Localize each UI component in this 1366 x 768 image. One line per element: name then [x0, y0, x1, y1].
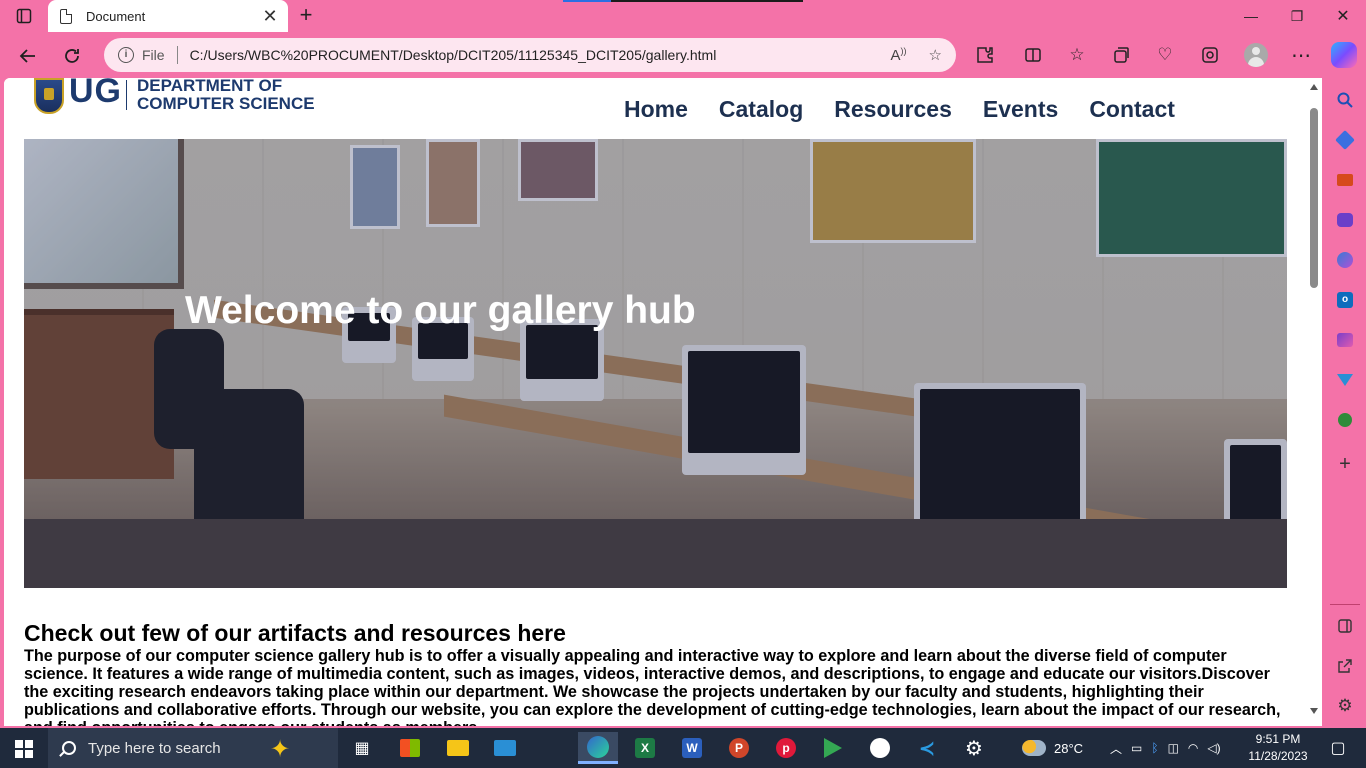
- add-sidebar-app-icon[interactable]: +: [1333, 452, 1357, 476]
- open-external-icon[interactable]: [1333, 654, 1357, 678]
- collections-icon[interactable]: [1106, 40, 1136, 70]
- microsoft-365-icon[interactable]: [1333, 248, 1357, 272]
- pinterest-icon[interactable]: p: [766, 732, 806, 764]
- file-scheme-label: File: [142, 47, 165, 63]
- search-highlight-sparkle-icon[interactable]: ✦: [270, 735, 290, 764]
- section-body: The purpose of our computer science gall…: [24, 647, 1281, 726]
- profile-avatar[interactable]: [1244, 43, 1268, 67]
- more-options-icon[interactable]: ⋯: [1286, 40, 1316, 70]
- back-button[interactable]: [12, 40, 44, 72]
- tools-briefcase-icon[interactable]: [1333, 168, 1357, 192]
- vscode-icon[interactable]: ≺: [907, 732, 947, 764]
- nav-catalog[interactable]: Catalog: [719, 96, 803, 123]
- page-scrollbar[interactable]: [1306, 78, 1322, 726]
- sidebar-panel-icon[interactable]: [1333, 614, 1357, 638]
- windows-start-icon[interactable]: [15, 740, 33, 758]
- extensions-icon[interactable]: [970, 40, 1000, 70]
- page-viewport: UG DEPARTMENT OF COMPUTER SCIENCE Home C…: [4, 78, 1322, 726]
- shopping-tag-icon[interactable]: [1333, 128, 1357, 152]
- restore-button[interactable]: ❐: [1274, 0, 1320, 32]
- windows-taskbar: Type here to search ✦ ▦ X W P p ≺ ⚙ 28°C…: [0, 728, 1366, 768]
- copilot-icon[interactable]: [1331, 42, 1357, 68]
- tray-network-drive-icon[interactable]: ▭: [1131, 741, 1142, 755]
- games-icon[interactable]: [1333, 208, 1357, 232]
- nav-contact[interactable]: Contact: [1089, 96, 1175, 123]
- tray-device-icon[interactable]: ◫: [1168, 741, 1179, 755]
- favorite-star-icon[interactable]: ☆: [929, 46, 942, 64]
- logo-dept-line2: COMPUTER SCIENCE: [137, 94, 315, 113]
- university-crest-icon: [34, 78, 64, 114]
- taskbar-clock[interactable]: 9:51 PM 11/28/2023: [1246, 731, 1310, 765]
- browser-tab[interactable]: Document ✕: [48, 0, 288, 32]
- address-bar[interactable]: i File C:/Users/WBC%20PROCUMENT/Desktop/…: [104, 38, 956, 72]
- search-icon: [62, 741, 76, 755]
- edge-sidebar: o + ⚙: [1324, 78, 1366, 726]
- browser-essentials-icon[interactable]: ♡: [1150, 40, 1180, 70]
- url-text[interactable]: C:/Users/WBC%20PROCUMENT/Desktop/DCIT205…: [190, 47, 869, 63]
- logo-dept-line1: DEPARTMENT OF: [137, 78, 283, 95]
- clock-date: 11/28/2023: [1248, 749, 1308, 763]
- browser-title-bar: Document ✕ + — ❐ ✕: [0, 0, 1366, 32]
- nav-resources[interactable]: Resources: [834, 96, 952, 123]
- taskbar-search-box[interactable]: Type here to search ✦: [48, 728, 338, 768]
- weather-cloud-icon: [1022, 740, 1046, 756]
- github-icon[interactable]: [860, 732, 900, 764]
- search-icon[interactable]: [1333, 88, 1357, 112]
- workspaces-icon[interactable]: [1195, 40, 1225, 70]
- nav-events[interactable]: Events: [983, 96, 1058, 123]
- system-tray: ︿ ▭ ᛒ ◫ ◠ ◁): [1110, 728, 1221, 768]
- volume-icon[interactable]: ◁): [1207, 741, 1220, 755]
- logo-letters: UG: [69, 78, 122, 110]
- powerpoint-icon[interactable]: P: [719, 732, 759, 764]
- minimize-button[interactable]: —: [1228, 0, 1274, 32]
- excel-icon[interactable]: X: [625, 732, 665, 764]
- microsoft-store-icon[interactable]: [390, 732, 430, 764]
- logo-divider: [126, 80, 127, 110]
- favorites-icon[interactable]: ☆: [1062, 40, 1092, 70]
- bluetooth-icon[interactable]: ᛒ: [1151, 741, 1158, 755]
- task-view-icon[interactable]: ▦: [342, 732, 382, 764]
- tab-title: Document: [86, 8, 146, 24]
- designer-icon[interactable]: [1333, 328, 1357, 352]
- scroll-thumb[interactable]: [1310, 108, 1318, 288]
- file-explorer-icon[interactable]: [438, 732, 478, 764]
- logo-department-text: DEPARTMENT OF COMPUTER SCIENCE: [137, 78, 315, 113]
- scroll-up-arrow-icon[interactable]: [1310, 84, 1318, 90]
- settings-gear-icon[interactable]: ⚙: [1333, 694, 1357, 718]
- weather-widget[interactable]: 28°C: [1022, 728, 1083, 768]
- site-header: UG DEPARTMENT OF COMPUTER SCIENCE Home C…: [4, 78, 1322, 138]
- info-icon[interactable]: i: [118, 47, 134, 63]
- hero-banner: Welcome to our gallery hub: [24, 139, 1287, 588]
- scroll-down-arrow-icon[interactable]: [1310, 708, 1318, 714]
- settings-icon[interactable]: ⚙: [954, 732, 994, 764]
- refresh-button[interactable]: [56, 40, 88, 72]
- mail-icon[interactable]: [485, 732, 525, 764]
- hero-title: Welcome to our gallery hub: [185, 289, 696, 332]
- close-window-button[interactable]: ✕: [1320, 0, 1366, 32]
- taskbar-search-placeholder: Type here to search: [88, 739, 221, 757]
- edge-browser-icon[interactable]: [578, 732, 618, 764]
- split-screen-icon[interactable]: [1018, 40, 1048, 70]
- address-separator: [176, 46, 178, 64]
- weather-temperature: 28°C: [1054, 740, 1084, 756]
- new-tab-button[interactable]: +: [294, 4, 318, 28]
- nav-home[interactable]: Home: [624, 96, 688, 123]
- document-icon: [60, 8, 72, 24]
- tree-icon[interactable]: [1333, 408, 1357, 432]
- wifi-icon[interactable]: ◠: [1188, 741, 1198, 755]
- loading-indicator: [563, 0, 803, 2]
- tab-close-button[interactable]: ✕: [260, 6, 280, 27]
- site-nav: Home Catalog Resources Events Contact: [624, 96, 1175, 123]
- section-heading: Check out few of our artifacts and resou…: [24, 620, 566, 646]
- notifications-icon[interactable]: ▢: [1318, 732, 1358, 764]
- clock-time: 9:51 PM: [1255, 732, 1301, 746]
- tray-chevron-up-icon[interactable]: ︿: [1110, 740, 1122, 757]
- tab-actions-icon[interactable]: [8, 0, 40, 32]
- word-icon[interactable]: W: [672, 732, 712, 764]
- drop-send-icon[interactable]: [1333, 368, 1357, 392]
- google-play-icon[interactable]: [813, 732, 853, 764]
- read-aloud-icon[interactable]: A)): [891, 46, 907, 64]
- outlook-icon[interactable]: o: [1333, 288, 1357, 312]
